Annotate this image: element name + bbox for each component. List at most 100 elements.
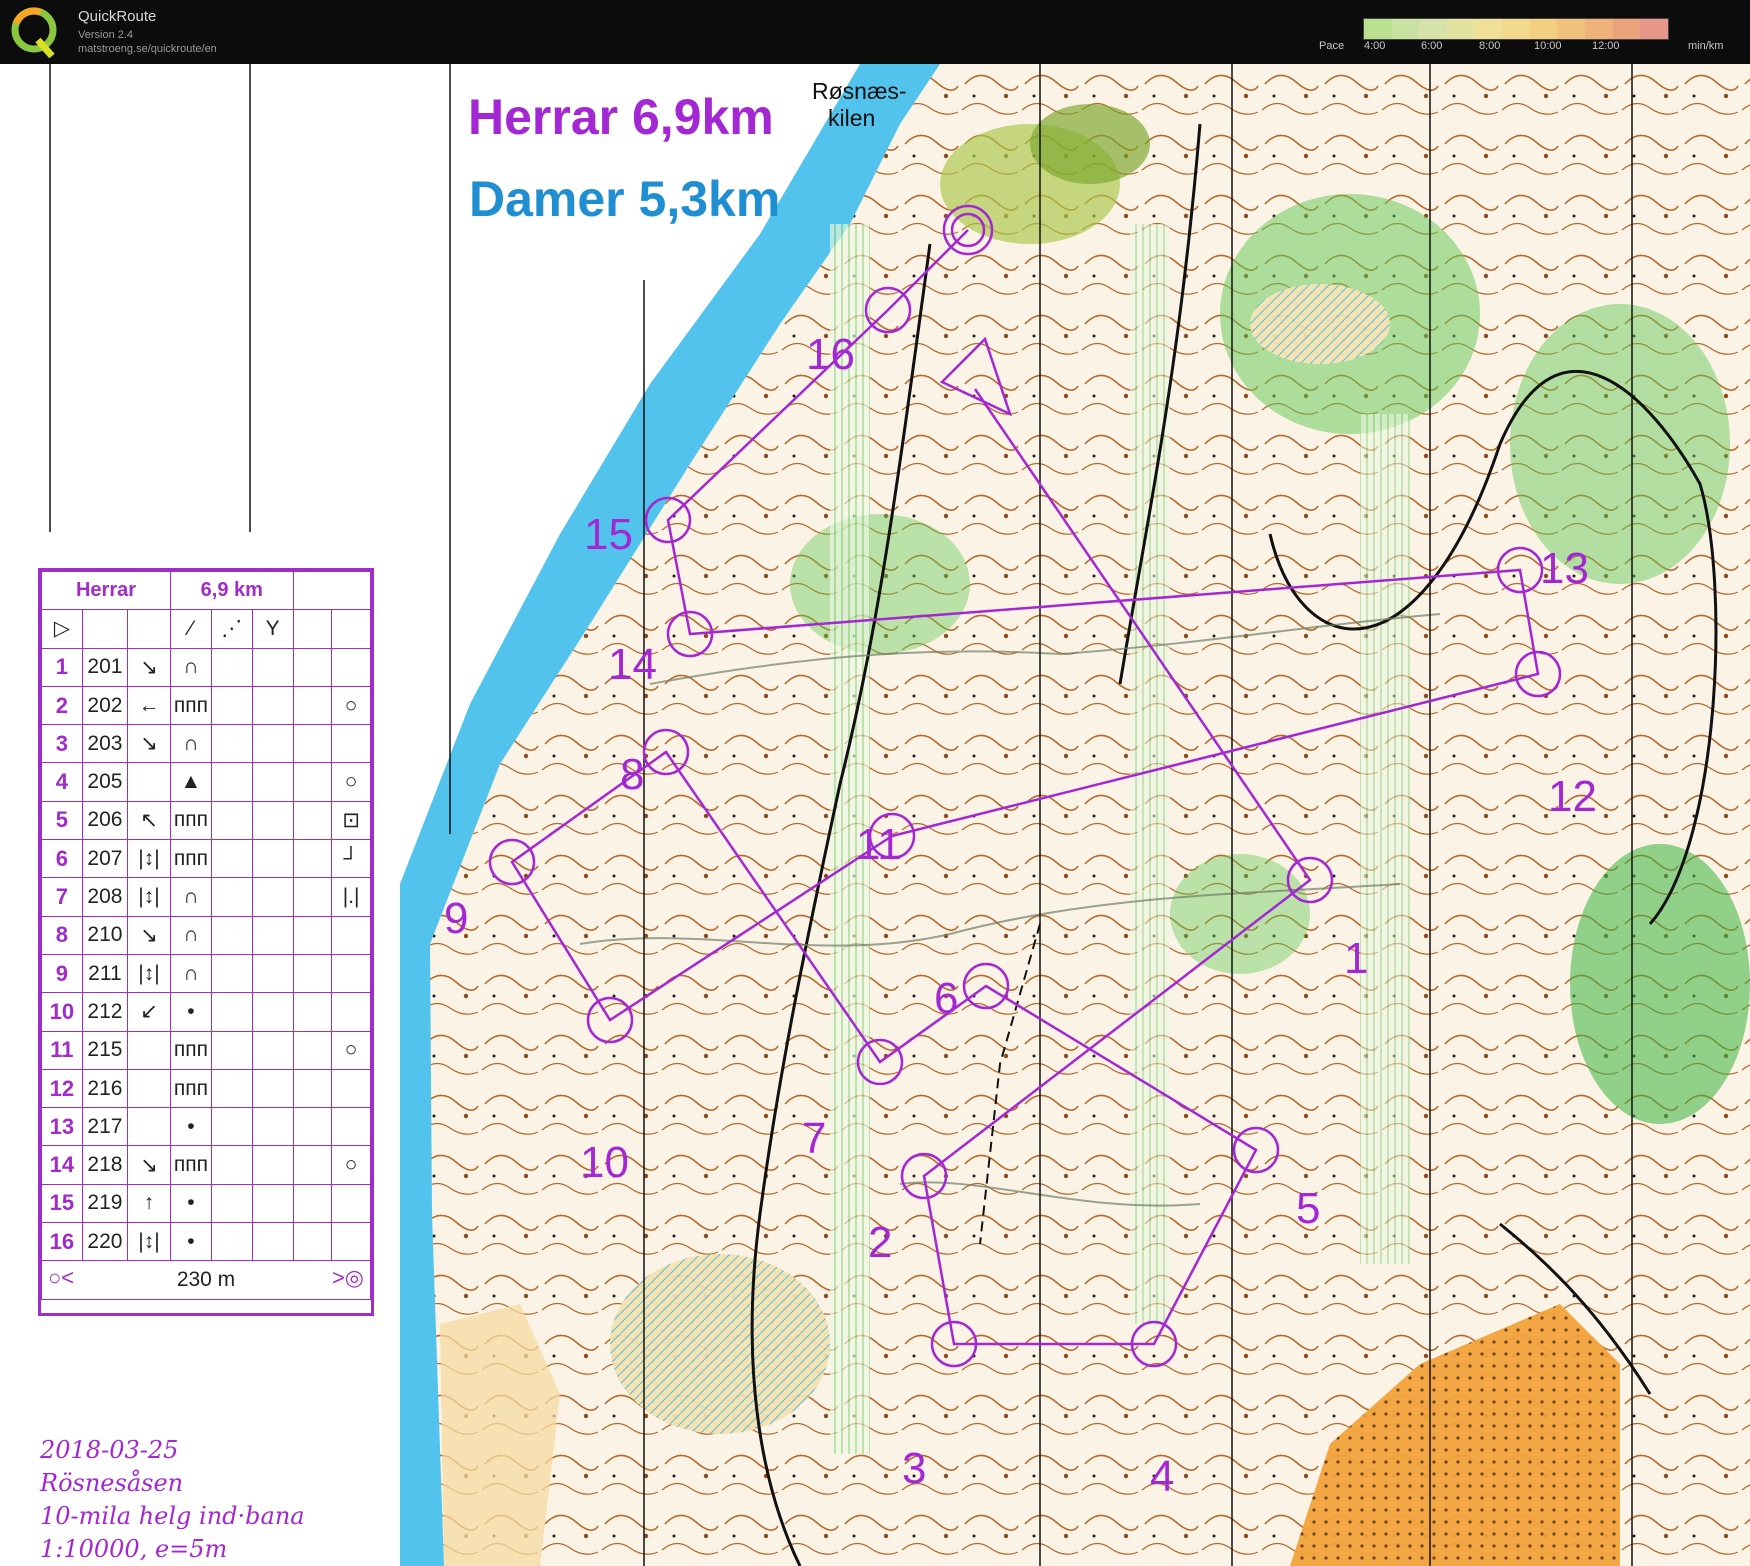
empty-cell [210, 839, 253, 879]
empty-cell [251, 685, 294, 726]
control-seq-number: 10 [41, 992, 83, 1032]
empty-cell [292, 647, 333, 687]
title-bar: QuickRoute Version 2.4 matstroeng.se/qui… [0, 0, 1750, 64]
empty-cell [210, 1222, 253, 1262]
description-row: 4 205 ▲ ○ [41, 762, 371, 802]
location-icon [331, 953, 371, 994]
empty-cell [251, 915, 294, 955]
empty-cell [210, 915, 253, 955]
empty-cell [292, 800, 333, 841]
location-icon [331, 724, 371, 764]
place-name-line2: kilen [828, 105, 876, 131]
control-code: 220 [81, 1222, 128, 1262]
which-feature-icon [126, 1068, 172, 1109]
pace-tick: 10:00 [1534, 40, 1562, 52]
control-number-4: 4 [1150, 1452, 1175, 1501]
description-row: 6 207 |↕| ᴨᴨᴨ ┘ [41, 839, 371, 879]
pace-tick: 4:00 [1364, 40, 1386, 52]
which-feature-icon: ↘ [126, 1145, 172, 1185]
pace-color-swatch [1557, 19, 1586, 39]
which-feature-icon: ↙ [126, 992, 172, 1032]
empty-cell [210, 685, 253, 726]
control-code: 217 [81, 1107, 128, 1147]
pace-color-swatch [1364, 19, 1392, 39]
empty-cell [292, 1145, 333, 1185]
pace-tick: 6:00 [1421, 40, 1443, 52]
control-seq-number: 12 [41, 1068, 83, 1109]
empty-cell [210, 647, 253, 687]
control-seq-number: 5 [41, 800, 83, 841]
finish-distance: 230 m [176, 1268, 236, 1292]
location-icon: |.| [331, 877, 371, 917]
empty-cell [292, 1107, 333, 1147]
empty-cell [210, 953, 253, 994]
feature-icon: ᴨᴨᴨ [170, 1145, 212, 1185]
description-row: 10 212 ↙ • [41, 992, 371, 1032]
location-icon [331, 1068, 371, 1109]
quickroute-logo-icon [11, 7, 57, 58]
feature-icon: ᴨᴨᴨ [170, 839, 212, 879]
empty-cell [292, 1068, 333, 1109]
control-number-1: 1 [1344, 934, 1369, 983]
which-feature-icon: ↘ [126, 724, 172, 764]
feature-icon: ∩ [170, 724, 212, 764]
control-number-15: 15 [584, 510, 633, 559]
empty-cell [292, 762, 333, 802]
feature-icon: ᴨᴨᴨ [170, 1030, 212, 1070]
description-row: 9 211 |↕| ∩ [41, 953, 371, 994]
empty-cell [251, 1145, 294, 1185]
control-number-7: 7 [802, 1114, 827, 1163]
event-info: 2018-03-25 Rösnesåsen 10-mila helg ind·b… [40, 1434, 305, 1566]
location-icon [331, 1107, 371, 1147]
control-code: 212 [81, 992, 128, 1032]
map-canvas[interactable]: Herrar 6,9km Damer 5,3km Røsnæs- kilen 1… [0, 64, 1750, 1566]
control-number-14: 14 [608, 640, 657, 689]
pace-color-swatch [1391, 19, 1420, 39]
control-code: 205 [81, 762, 128, 802]
pace-color-swatch [1529, 19, 1558, 39]
empty-cell [210, 1107, 253, 1147]
description-row: 16 220 |↕| • [41, 1222, 371, 1262]
empty-cell [251, 1107, 294, 1147]
men-course-title: Herrar 6,9km [468, 89, 774, 145]
control-seq-number: 2 [41, 685, 83, 726]
control-code: 207 [81, 839, 128, 879]
location-icon: ┘ [331, 839, 371, 879]
location-icon: ○ [331, 685, 371, 726]
event-area: Rösnesåsen [40, 1469, 184, 1497]
feature-icon: ∩ [170, 915, 212, 955]
feature-icon: ᴨᴨᴨ [170, 800, 212, 841]
control-seq-number: 9 [41, 953, 83, 994]
empty-cell [251, 1068, 294, 1109]
description-row: 13 217 • [41, 1107, 371, 1147]
empty-cell [251, 1222, 294, 1262]
description-row: 2 202 ← ᴨᴨᴨ ○ [41, 685, 371, 726]
app-url[interactable]: matstroeng.se/quickroute/en [78, 43, 217, 55]
which-feature-icon [126, 762, 172, 802]
column-c-icon: ∕ [170, 609, 212, 649]
control-number-12: 12 [1548, 772, 1597, 821]
feature-icon: • [170, 1107, 212, 1147]
control-number-5: 5 [1296, 1184, 1321, 1233]
description-row: 8 210 ↘ ∩ [41, 915, 371, 955]
empty-cell [210, 1030, 253, 1070]
which-feature-icon: ↖ [126, 800, 172, 841]
empty-cell [292, 915, 333, 955]
pace-tick: 8:00 [1479, 40, 1501, 52]
which-feature-icon [126, 1107, 172, 1147]
pace-unit: min/km [1688, 40, 1724, 52]
control-number-2: 2 [868, 1218, 893, 1267]
location-icon [331, 992, 371, 1032]
control-code: 210 [81, 915, 128, 955]
empty-cell [210, 800, 253, 841]
control-code: 201 [81, 647, 128, 687]
feature-icon: ∩ [170, 877, 212, 917]
pace-tick: 12:00 [1592, 40, 1620, 52]
control-seq-number: 6 [41, 839, 83, 879]
which-feature-icon [126, 1030, 172, 1070]
control-number-9: 9 [444, 894, 469, 943]
course-length: 6,9 km [170, 570, 294, 611]
pace-color-swatch [1640, 19, 1669, 39]
last-control-icon: ○< [48, 1265, 75, 1291]
description-row: 12 216 ᴨᴨᴨ [41, 1068, 371, 1109]
